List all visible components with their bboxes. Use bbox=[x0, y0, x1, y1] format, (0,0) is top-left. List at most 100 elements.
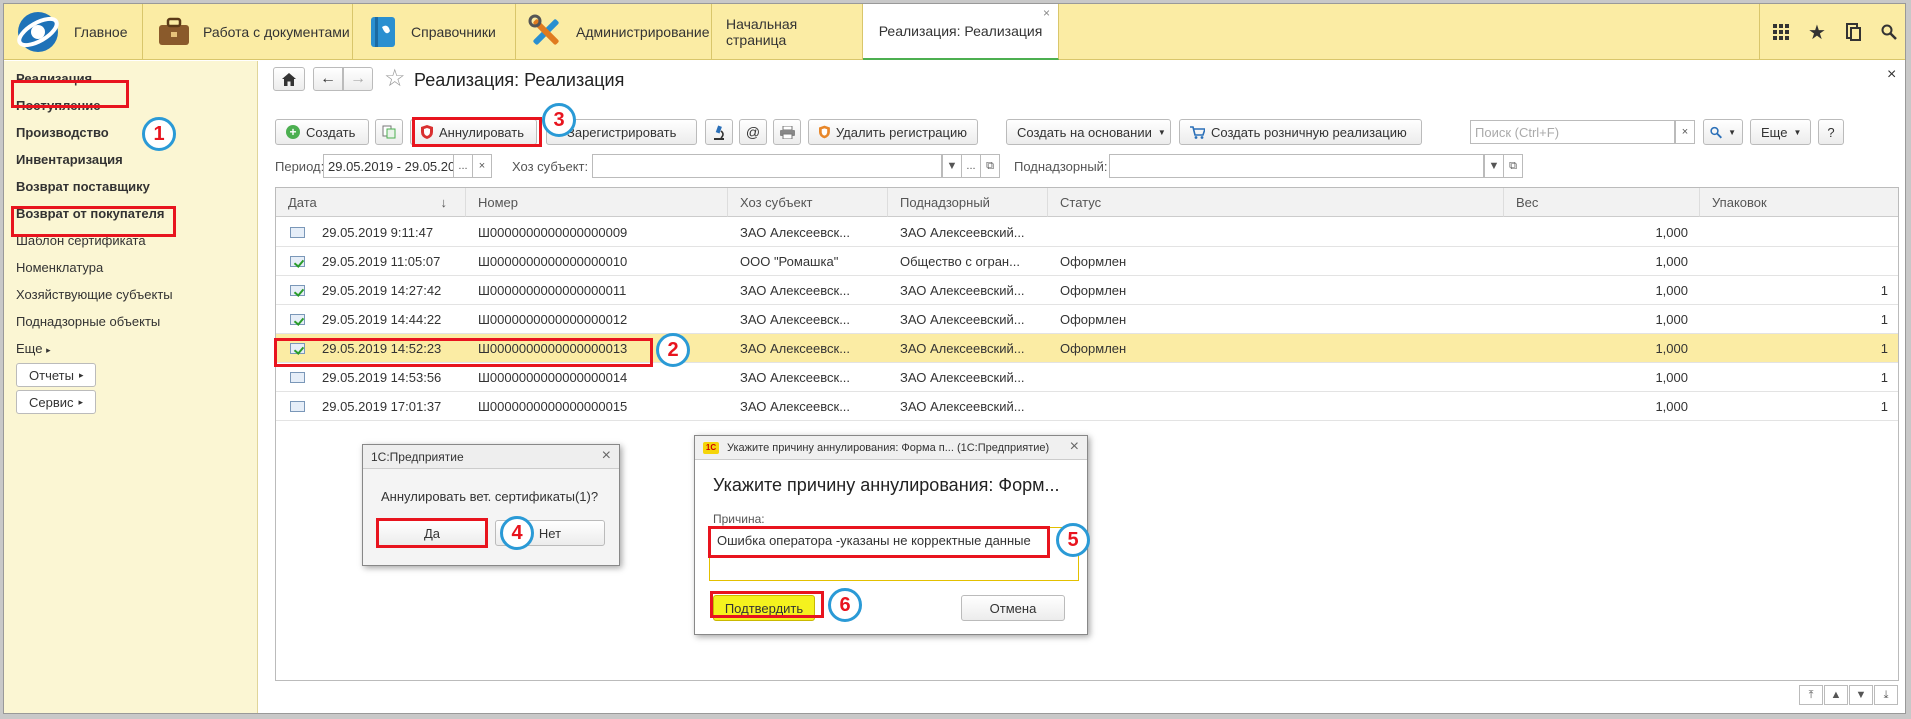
sidebar-item-supervised-objects[interactable]: Поднадзорные объекты bbox=[16, 314, 160, 329]
column-header-weight[interactable]: Вес bbox=[1504, 188, 1700, 217]
table-row[interactable]: 29.05.2019 17:01:37 Ш0000000000000000015 З… bbox=[276, 392, 1898, 421]
confirm-dialog-title: 1С:Предприятие × bbox=[363, 445, 619, 469]
table-row[interactable]: 29.05.2019 14:27:42 Ш0000000000000000011 З… bbox=[276, 276, 1898, 305]
sidebar-item-inventory[interactable]: Инвентаризация bbox=[16, 152, 123, 167]
app-window: Главное Работа с документами Справочники bbox=[3, 3, 1906, 714]
copy-button[interactable] bbox=[375, 119, 403, 145]
more-button[interactable]: Еще ▼ bbox=[1750, 119, 1811, 145]
cell-status: Оформлен bbox=[1060, 283, 1127, 298]
search-clear-icon[interactable]: × bbox=[1675, 120, 1695, 144]
cell-subject: ЗАО Алексеевск... bbox=[740, 399, 851, 414]
cell-status: Оформлен bbox=[1060, 341, 1127, 356]
section-main[interactable]: Главное bbox=[4, 4, 143, 60]
cell-supervised: ЗАО Алексеевский... bbox=[900, 225, 1025, 240]
reports-button[interactable]: Отчеты ▸ bbox=[16, 363, 97, 387]
cell-number: Ш0000000000000000011 bbox=[478, 283, 627, 298]
all-functions-grid-icon[interactable] bbox=[1762, 4, 1800, 60]
subject-open-icon[interactable]: ⧉ bbox=[980, 154, 1000, 178]
create-button[interactable]: + Создать bbox=[275, 119, 369, 145]
book-icon bbox=[371, 17, 395, 47]
history-icon[interactable] bbox=[1834, 4, 1872, 60]
cell-weight: 1,000 bbox=[1655, 254, 1688, 269]
favorite-star-icon[interactable]: ☆ bbox=[384, 64, 406, 93]
cell-subject: ЗАО Алексеевск... bbox=[740, 341, 851, 356]
column-header-number[interactable]: Номер bbox=[466, 188, 728, 217]
favorites-star-icon[interactable]: ★ bbox=[1798, 4, 1836, 60]
section-main-label: Главное bbox=[74, 24, 128, 40]
home-button[interactable] bbox=[273, 67, 305, 91]
period-select-button[interactable]: ... bbox=[453, 154, 473, 178]
document-icon bbox=[290, 401, 305, 412]
cell-subject: ЗАО Алексеевск... bbox=[740, 312, 851, 327]
scroll-top-icon[interactable]: ⤒ bbox=[1799, 685, 1823, 705]
subject-dropdown-icon[interactable]: ▼ bbox=[942, 154, 962, 178]
email-button[interactable]: @ bbox=[739, 119, 767, 145]
column-header-supervised[interactable]: Поднадзорный bbox=[888, 188, 1048, 217]
scroll-up-icon[interactable]: ▲ bbox=[1824, 685, 1848, 705]
reason-dialog-close-icon[interactable]: × bbox=[1070, 438, 1079, 456]
subject-select-button[interactable]: ... bbox=[961, 154, 981, 178]
reason-dialog-heading: Укажите причину аннулирования: Форм... bbox=[713, 475, 1060, 495]
printer-icon bbox=[779, 125, 795, 139]
sidebar-item-production[interactable]: Производство bbox=[16, 125, 109, 140]
supervised-open-icon[interactable]: ⧉ bbox=[1503, 154, 1523, 178]
scroll-down-icon[interactable]: ▼ bbox=[1849, 685, 1873, 705]
cell-supervised: Общество с огран... bbox=[900, 254, 1020, 269]
supervised-dropdown-icon[interactable]: ▼ bbox=[1484, 154, 1504, 178]
cell-status bbox=[1060, 392, 1360, 421]
cell-supervised: ЗАО Алексеевский... bbox=[900, 370, 1025, 385]
microscope-button[interactable] bbox=[705, 119, 733, 145]
service-button[interactable]: Сервис ▸ bbox=[16, 390, 97, 414]
sidebar-item-return-to-supplier[interactable]: Возврат поставщику bbox=[16, 179, 150, 194]
search-input[interactable]: Поиск (Ctrl+F) bbox=[1470, 120, 1675, 144]
search-options-button[interactable]: ▼ bbox=[1703, 119, 1743, 145]
cell-date: 29.05.2019 9:11:47 bbox=[322, 225, 434, 240]
print-button[interactable] bbox=[773, 119, 801, 145]
column-header-status[interactable]: Статус bbox=[1048, 188, 1504, 217]
scroll-bottom-icon[interactable]: ⤓ bbox=[1874, 685, 1898, 705]
table-row[interactable]: 29.05.2019 14:53:56 Ш0000000000000000014 З… bbox=[276, 363, 1898, 392]
table-row[interactable]: 29.05.2019 11:05:07 Ш0000000000000000010 О… bbox=[276, 247, 1898, 276]
search-icon[interactable] bbox=[1870, 4, 1905, 60]
reason-field-label: Причина: bbox=[713, 512, 765, 526]
tab-close-icon[interactable]: × bbox=[1043, 6, 1050, 20]
document-posted-icon bbox=[290, 256, 305, 267]
help-button[interactable]: ? bbox=[1818, 119, 1844, 145]
section-admin[interactable]: Администрирование bbox=[516, 4, 712, 60]
period-input[interactable]: 29.05.2019 - 29.05.2019 bbox=[323, 154, 454, 178]
delete-registration-button[interactable]: Удалить регистрацию bbox=[808, 119, 978, 145]
annotation-highlight-reason-field bbox=[708, 526, 1050, 558]
cell-weight: 1,000 bbox=[1655, 399, 1688, 414]
back-button[interactable]: ← bbox=[313, 67, 343, 91]
supervised-input[interactable] bbox=[1109, 154, 1484, 178]
cart-icon bbox=[1190, 125, 1205, 139]
cell-packs: 1 bbox=[1880, 283, 1888, 298]
table-row[interactable]: 29.05.2019 14:44:22 Ш0000000000000000012 З… bbox=[276, 305, 1898, 334]
section-documents[interactable]: Работа с документами bbox=[143, 4, 353, 60]
cell-number: Ш0000000000000000014 bbox=[478, 370, 628, 385]
column-header-packs[interactable]: Упаковок bbox=[1700, 188, 1898, 217]
section-references[interactable]: Справочники bbox=[353, 4, 516, 60]
period-clear-icon[interactable]: × bbox=[472, 154, 492, 178]
cell-weight: 1,000 bbox=[1655, 370, 1688, 385]
sidebar-item-business-entities[interactable]: Хозяйствующие субъекты bbox=[16, 287, 173, 302]
tab-home-page[interactable]: Начальная страница bbox=[712, 4, 863, 60]
sidebar-item-more[interactable]: Еще ▸ bbox=[16, 341, 51, 356]
forward-button[interactable]: → bbox=[343, 67, 373, 91]
form-close-icon[interactable]: × bbox=[1887, 66, 1896, 84]
sidebar-item-nomenclature[interactable]: Номенклатура bbox=[16, 260, 103, 275]
create-based-on-button[interactable]: Создать на основании ▼ bbox=[1006, 119, 1171, 145]
cell-status: Оформлен bbox=[1060, 254, 1127, 269]
subject-label: Хоз субъект: bbox=[512, 159, 589, 174]
supervised-label: Поднадзорный: bbox=[1014, 159, 1108, 174]
column-header-subject[interactable]: Хоз субъект bbox=[728, 188, 888, 217]
subject-input[interactable] bbox=[592, 154, 942, 178]
cell-date: 29.05.2019 14:44:22 bbox=[322, 312, 442, 327]
tab-realization[interactable]: Реализация: Реализация × bbox=[863, 4, 1059, 60]
confirm-dialog-close-icon[interactable]: × bbox=[602, 447, 611, 465]
column-header-date[interactable]: Дата ↓ bbox=[276, 188, 466, 217]
cancel-button[interactable]: Отмена bbox=[961, 595, 1065, 621]
cell-date: 29.05.2019 14:27:42 bbox=[322, 283, 442, 298]
table-row[interactable]: 29.05.2019 9:11:47 Ш0000000000000000009 ЗА… bbox=[276, 218, 1898, 247]
create-retail-realization-button[interactable]: Создать розничную реализацию bbox=[1179, 119, 1422, 145]
